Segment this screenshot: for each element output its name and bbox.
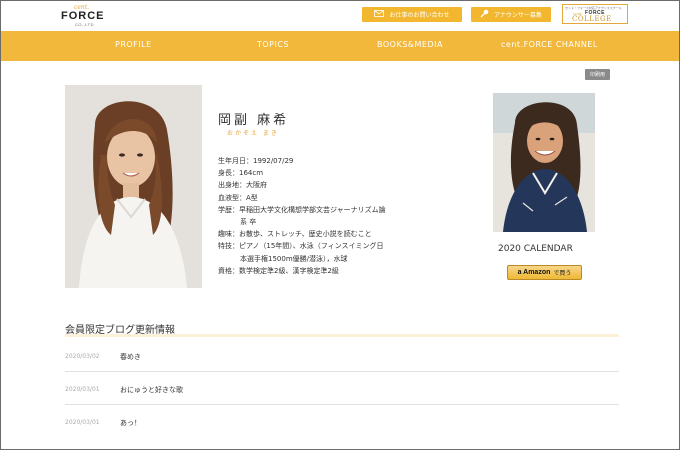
microphone-icon [480, 9, 489, 20]
nav-profile[interactable]: PROFILE [115, 40, 152, 49]
calendar-cover-image[interactable] [493, 93, 595, 232]
print-button[interactable]: 印刷用 [585, 69, 610, 80]
amazon-buy-button[interactable]: a Amazon で買う [507, 265, 582, 280]
contact-button[interactable]: お仕事のお問い合わせ [362, 7, 462, 22]
main-nav: PROFILE TOPICS BOOKS&MEDIA cent.FORCE CH… [1, 31, 679, 61]
blog-heading-rule [65, 334, 619, 337]
profile-name: 岡副 麻希 [218, 113, 290, 128]
blog-entry-date: 2020/03/02 [65, 353, 100, 360]
blog-entry[interactable]: 2020/03/01 おにゅうと好きな歌 [65, 372, 619, 405]
profile-photo [65, 85, 202, 288]
announcer-button[interactable]: アナウンサー募集 [471, 7, 551, 22]
nav-topics[interactable]: TOPICS [257, 40, 289, 49]
detail-hometown: 出身地：大阪府 [218, 181, 267, 190]
blog-entry-title[interactable]: あっ！ [120, 418, 141, 428]
detail-education-cont: 系 卒 [240, 218, 257, 227]
detail-blood-type: 血液型：A型 [218, 193, 258, 202]
detail-birthday: 生年月日：1992/07/29 [218, 157, 294, 165]
centforce-logo[interactable]: cent. FORCE CO.,LTD [61, 4, 121, 28]
detail-height: 身長：164cm [218, 169, 264, 178]
contact-button-label: お仕事のお問い合わせ [389, 12, 450, 19]
blog-entry[interactable]: 2020/03/02 春めき [65, 339, 619, 372]
blog-entry-date: 2020/03/01 [65, 419, 100, 426]
profile-details: 生年月日：1992/07/29 身長：164cm 出身地：大阪府 血液型：A型 … [218, 155, 418, 277]
blog-entry-title[interactable]: 春めき [120, 352, 141, 362]
profile-name-kana: おかぞえ まき [227, 130, 279, 137]
nav-books-media[interactable]: BOOKS&MEDIA [377, 40, 443, 49]
logo-co: CO.,LTD [75, 22, 94, 27]
page-frame: cent. FORCE CO.,LTD お仕事のお問い合わせ アナウンサー募集 … [0, 0, 680, 450]
amazon-logo: a Amazon [517, 269, 551, 276]
logo-force: FORCE [61, 10, 105, 22]
detail-education: 学歴：早稲田大学文化構想学部文芸ジャーナリズム論 [218, 205, 386, 214]
detail-skills-cont: 本選手権1500m優勝/潜泳），水球 [240, 254, 348, 263]
calendar-title: 2020 CALENDAR [498, 244, 573, 254]
detail-skills: 特技：ピアノ（15年間）、水泳（フィンスイミング日 [218, 242, 384, 251]
envelope-icon [374, 10, 385, 19]
nav-centforce-channel[interactable]: cent.FORCE CHANNEL [501, 40, 598, 49]
top-header: cent. FORCE CO.,LTD お仕事のお問い合わせ アナウンサー募集 … [1, 1, 679, 31]
announcer-button-label: アナウンサー募集 [494, 12, 542, 19]
blog-entry-date: 2020/03/01 [65, 386, 100, 393]
detail-hobbies: 趣味：お散歩、ストレッチ、歴史小説を読むこと [218, 230, 372, 239]
college-word: COLLEGE [572, 15, 612, 23]
blog-entry-title[interactable]: おにゅうと好きな歌 [120, 385, 183, 395]
detail-qualifications: 資格：数学検定準2級、漢字検定準2級 [218, 266, 339, 275]
blog-entry[interactable]: 2020/03/01 あっ！ [65, 405, 619, 438]
force-college-banner[interactable]: セント・フォース対応アナウンススクール cent. FORCE COLLEGE [562, 4, 628, 24]
amazon-buy-label: で買う [553, 270, 572, 277]
